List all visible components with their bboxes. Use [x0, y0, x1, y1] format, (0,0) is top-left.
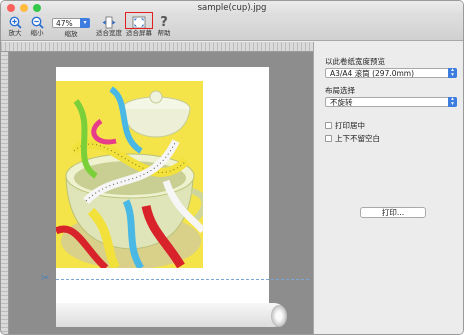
fit-width-icon: [102, 16, 116, 29]
center-print-label: 打印居中: [335, 121, 365, 130]
print-button[interactable]: 打印...: [360, 207, 426, 218]
window-title: sample(cup).jpg: [197, 3, 267, 13]
zoom-out-label: 缩小: [30, 29, 44, 37]
scissors-icon: ✂: [41, 273, 50, 284]
zoom-label: 缩放: [64, 30, 78, 38]
app-window: sample(cup).jpg 放大 缩小 47% ▾ 缩放 适合宽度 适合屏幕…: [0, 0, 464, 335]
checkbox-box[interactable]: [325, 135, 332, 142]
vertical-ruler: [1, 52, 9, 334]
zoom-in-icon: [9, 16, 22, 29]
close-window-button[interactable]: [7, 4, 15, 12]
zoom-label-wrap: 缩放: [58, 30, 84, 38]
select-arrows-icon: ▴ ▾: [448, 96, 457, 107]
fit-screen-button[interactable]: 适合屏幕: [125, 12, 153, 37]
fit-width-button[interactable]: 适合宽度: [95, 16, 123, 37]
zoom-select[interactable]: 47% ▾: [52, 18, 90, 28]
zoom-value: 47%: [56, 19, 73, 28]
zoom-out-button[interactable]: 缩小: [27, 16, 47, 37]
help-icon: ?: [160, 15, 168, 30]
layout-select[interactable]: 不旋转 ▴ ▾: [325, 96, 457, 107]
fit-width-label: 适合宽度: [96, 29, 122, 37]
no-margin-checkbox[interactable]: 上下不留空白: [325, 133, 380, 144]
minimize-window-button[interactable]: [20, 4, 28, 12]
paper-roll: [56, 303, 286, 327]
layout-heading: 布局选择: [325, 86, 355, 95]
fit-screen-highlight: [125, 12, 153, 29]
paper-width-value: A3/A4 滚筒 (297.0mm): [330, 69, 415, 78]
paper-roll-end: [271, 305, 287, 327]
zoom-in-label: 放大: [8, 29, 22, 37]
zoom-out-icon: [31, 16, 44, 29]
help-button[interactable]: ? 帮助: [156, 16, 172, 37]
help-label: 帮助: [157, 29, 171, 37]
title-bar: sample(cup).jpg: [1, 1, 463, 16]
traffic-lights: [7, 4, 41, 12]
cut-line: [56, 279, 309, 280]
paper-width-select[interactable]: A3/A4 滚筒 (297.0mm) ▴ ▾: [325, 67, 457, 78]
layout-value: 不旋转: [330, 98, 353, 107]
fit-screen-label: 适合屏幕: [126, 29, 152, 37]
zoom-in-button[interactable]: 放大: [5, 16, 25, 37]
no-margin-label: 上下不留空白: [335, 134, 380, 143]
settings-sidebar: 以此卷纸宽度预览 A3/A4 滚筒 (297.0mm) ▴ ▾ 布局选择 不旋转 …: [313, 42, 463, 334]
checkbox-box[interactable]: [325, 122, 332, 129]
zoom-window-button[interactable]: [33, 4, 41, 12]
chevron-down-icon: ▾: [80, 18, 90, 28]
select-arrows-icon: ▴ ▾: [448, 67, 457, 78]
center-print-checkbox[interactable]: 打印居中: [325, 120, 365, 131]
toolbar: 放大 缩小 47% ▾ 缩放 适合宽度 适合屏幕 ? 帮助: [1, 12, 463, 41]
preview-width-heading: 以此卷纸宽度预览: [325, 57, 385, 66]
horizontal-ruler: [1, 42, 313, 52]
preview-photo-cup: [56, 81, 203, 268]
